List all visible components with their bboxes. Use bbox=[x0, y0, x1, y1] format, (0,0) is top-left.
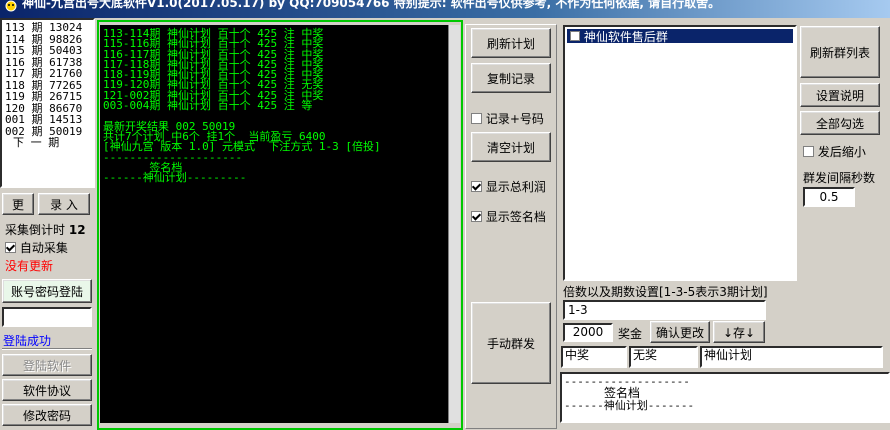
countdown: 采集倒计时 12 bbox=[5, 221, 86, 238]
login-input[interactable] bbox=[2, 307, 92, 327]
show-profit-label: 显示总利润 bbox=[485, 180, 546, 194]
minimize-after-send[interactable]: 发后缩小 bbox=[803, 143, 866, 160]
title-bar: 神仙-九宫出号大底软件V1.0(2017.05.17) by QQ:709054… bbox=[0, 0, 890, 18]
record-plus-number[interactable]: 记录+号码 bbox=[471, 110, 544, 127]
app-icon bbox=[4, 0, 18, 12]
manual-send-button[interactable]: 手动群发 bbox=[471, 302, 551, 384]
settings-help-button[interactable]: 设置说明 bbox=[800, 83, 880, 107]
show-signature-label: 显示签名档 bbox=[485, 210, 546, 224]
group-item-label: 神仙软件售后群 bbox=[583, 29, 668, 44]
show-profit[interactable]: 显示总利润 bbox=[471, 178, 546, 195]
multiplier-label: 倍数以及期数设置[1-3-5表示3期计划] bbox=[563, 285, 768, 299]
countdown-value: 12 bbox=[68, 222, 86, 237]
login-button[interactable]: 账号密码登陆 bbox=[2, 279, 92, 303]
clear-plan-button[interactable]: 清空计划 bbox=[471, 132, 551, 162]
multiplier-input[interactable]: 1-3 bbox=[563, 300, 766, 320]
prize-input[interactable]: 2000 bbox=[563, 323, 613, 342]
issue-row: 119 期 26715 bbox=[5, 90, 83, 103]
console-text: 113-114期 神仙计划 百十个 425 注 中奖 115-116期 神仙计划 … bbox=[103, 28, 445, 185]
enter-button[interactable]: 录 入 bbox=[38, 193, 90, 215]
console-line: 003-004期 神仙计划 百十个 425 注 等 bbox=[103, 99, 313, 113]
interval-label: 群发间隔秒数 bbox=[803, 171, 876, 185]
refresh-plan-button[interactable]: 刷新计划 bbox=[471, 28, 551, 58]
update-button[interactable]: 更 bbox=[2, 193, 34, 215]
record-plus-number-label: 记录+号码 bbox=[485, 112, 544, 126]
select-all-button[interactable]: 全部勾选 bbox=[800, 111, 880, 135]
show-signature-checkbox[interactable] bbox=[471, 211, 482, 222]
next-issue: 下 一 期 bbox=[13, 136, 60, 149]
auto-collect-label: 自动采集 bbox=[19, 241, 68, 255]
issue-row: 113 期 13024 bbox=[5, 21, 83, 34]
win-field[interactable]: 中奖 bbox=[561, 346, 627, 368]
group-item[interactable]: 神仙软件售后群 bbox=[567, 29, 793, 44]
no-update-status: 没有更新 bbox=[5, 259, 54, 273]
issue-row: 115 期 50403 bbox=[5, 44, 83, 57]
window-title: 神仙-九宫出号大底软件V1.0(2017.05.17) by QQ:709054… bbox=[22, 0, 721, 10]
login-status: 登陆成功 bbox=[3, 334, 52, 348]
login-software-button[interactable]: 登陆软件 bbox=[2, 354, 92, 376]
nowin-field[interactable]: 无奖 bbox=[629, 346, 698, 368]
issue-row: 001 期 14513 bbox=[5, 113, 83, 126]
console[interactable]: 113-114期 神仙计划 百十个 425 注 中奖 115-116期 神仙计划 … bbox=[100, 25, 448, 423]
group-item-checkbox[interactable] bbox=[570, 31, 580, 41]
record-plus-number-checkbox[interactable] bbox=[471, 113, 482, 124]
interval-input[interactable]: 0.5 bbox=[803, 187, 855, 207]
show-signature[interactable]: 显示签名档 bbox=[471, 208, 546, 225]
issue-rows: 113 期 13024 114 期 98826 115 期 50403 116 期 6… bbox=[5, 22, 90, 137]
left-divider bbox=[2, 348, 92, 350]
signature-line-bottom: ------神仙计划------- bbox=[564, 399, 695, 412]
console-scrollbar[interactable] bbox=[448, 25, 460, 423]
refresh-groups-button[interactable]: 刷新群列表 bbox=[800, 26, 880, 78]
group-list[interactable]: 神仙软件售后群 bbox=[563, 25, 797, 281]
auto-collect[interactable]: 自动采集 bbox=[5, 239, 68, 256]
prize-label: 奖金 bbox=[618, 327, 643, 341]
show-profit-checkbox[interactable] bbox=[471, 181, 482, 192]
save-button[interactable]: ↓存↓ bbox=[713, 321, 765, 343]
auto-collect-checkbox[interactable] bbox=[5, 242, 16, 253]
console-line: ------神仙计划--------- bbox=[103, 171, 247, 185]
minimize-after-send-label: 发后缩小 bbox=[817, 145, 866, 159]
signature-box[interactable]: ------------------- 签名档 ------神仙计划------… bbox=[560, 372, 890, 423]
plan-name-field[interactable]: 神仙计划 bbox=[700, 346, 883, 368]
issue-list[interactable]: 113 期 13024 114 期 98826 115 期 50403 116 期 6… bbox=[0, 18, 95, 188]
issue-row: 117 期 21760 bbox=[5, 67, 83, 80]
software-agreement-button[interactable]: 软件协议 bbox=[2, 379, 92, 401]
countdown-label: 采集倒计时 bbox=[5, 223, 66, 237]
copy-record-button[interactable]: 复制记录 bbox=[471, 63, 551, 93]
minimize-after-send-checkbox[interactable] bbox=[803, 146, 814, 157]
confirm-change-button[interactable]: 确认更改 bbox=[650, 321, 710, 343]
